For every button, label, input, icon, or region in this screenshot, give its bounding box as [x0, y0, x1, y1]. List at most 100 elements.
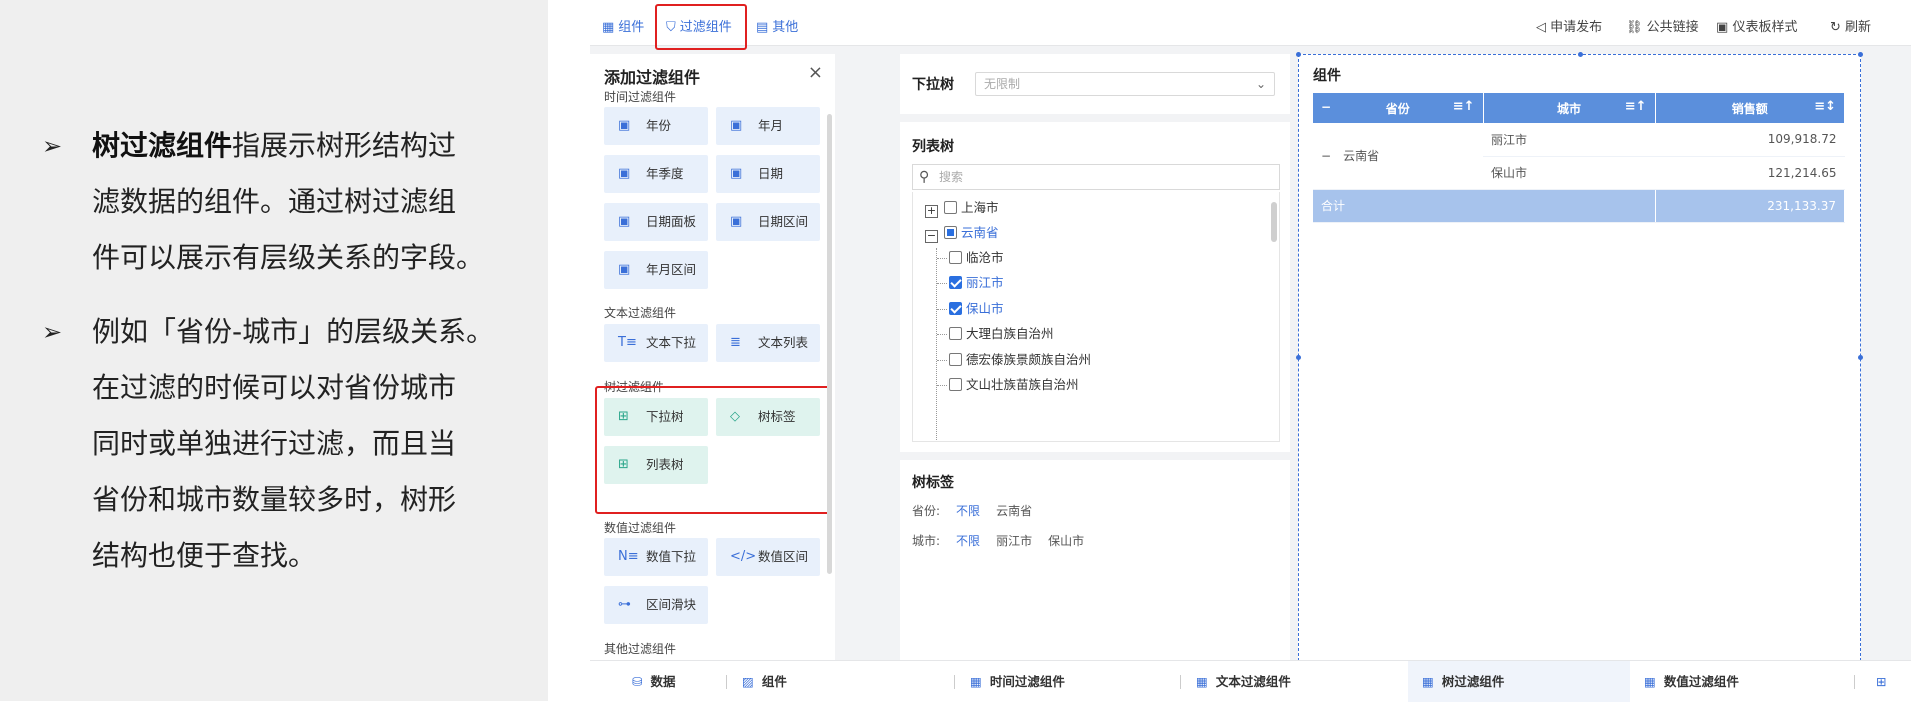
refresh-icon: ↻ [1830, 20, 1841, 35]
bottom-tab-bar: ⛁ 数据 ▨ 组件 ▦ 时间过滤组件 ▦ 文本过滤组件 ▦ 树过滤组件 ▦ 数值过滤组件 ⊞ [590, 660, 1911, 702]
checkbox[interactable] [949, 353, 962, 366]
chip-year-quarter[interactable]: ▣ 年季度 [604, 155, 708, 193]
highlight-box-tree-section [595, 386, 831, 514]
tag-yunnan[interactable]: 云南省 [996, 504, 1032, 518]
search-icon: ⚲ [919, 169, 930, 185]
tree-node-yunnan[interactable]: − 云南省 [925, 223, 999, 243]
sort-icon[interactable]: ≡↕ [1814, 99, 1836, 114]
chip-date-range[interactable]: ▣ 日期区间 [716, 203, 820, 241]
checkbox[interactable] [949, 327, 962, 340]
send-icon: ◁ [1536, 20, 1546, 35]
section-other: 其他过滤组件 [604, 642, 677, 656]
tab-data[interactable]: ⛁ 数据 [632, 661, 676, 702]
tab-text-filter[interactable]: ▦ 文本过滤组件 [1196, 661, 1291, 702]
calendar-icon: ▣ [618, 262, 631, 277]
tree-node-dali[interactable]: 大理白族自治州 [949, 324, 1054, 344]
section-time: 时间过滤组件 [604, 90, 677, 104]
dashboard-icon: ▦ [1196, 674, 1208, 689]
chip-date[interactable]: ▣ 日期 [716, 155, 820, 193]
public-link-button[interactable]: ⛓ 公共链接 [1626, 10, 1699, 46]
close-icon[interactable]: × [808, 62, 823, 83]
tab-components[interactable]: ▦ 组件 [602, 10, 644, 46]
component-icon: ▦ [602, 20, 615, 35]
panel-title: 添加过滤组件 [604, 68, 701, 87]
resize-handle[interactable] [1578, 52, 1583, 57]
checkbox[interactable] [944, 226, 957, 239]
tag-unlimited[interactable]: 不限 [956, 534, 980, 548]
tree-node-shanghai[interactable]: + 上海市 [925, 198, 999, 218]
tree-node-baoshan[interactable]: 保山市 [949, 299, 1004, 319]
chevron-down-icon: ⌄ [1255, 77, 1266, 91]
dropdown-tree-select[interactable]: 无限制 ⌄ [975, 72, 1275, 96]
chart-icon: ▨ [742, 674, 754, 689]
bullet-tree-filter: ➢ 树过滤组件指展示树形结构过 滤数据的组件。通过树过滤组 件可以展示有层级关系的字… [42, 118, 522, 286]
tag-baoshan[interactable]: 保山市 [1048, 534, 1084, 548]
calendar-icon: ▣ [618, 214, 631, 229]
tree-scrollbar[interactable] [1271, 202, 1277, 242]
checkbox[interactable] [944, 201, 957, 214]
panel-scrollbar[interactable] [827, 114, 832, 574]
resize-handle[interactable] [1858, 52, 1863, 57]
checkbox[interactable] [949, 378, 962, 391]
tab-time-filter[interactable]: ▦ 时间过滤组件 [970, 661, 1065, 702]
checkbox-checked[interactable] [949, 302, 962, 315]
resize-handle[interactable] [1858, 355, 1863, 360]
tab-tree-filter[interactable]: ▦ 树过滤组件 [1408, 661, 1630, 702]
dashboard-editor: ▦ 组件 ⛉ 过滤组件 ▤ 其他 ◁ 申请发布 ⛓ 公共链接 ▣ 仪表板样式 ↻ 刷新… [590, 4, 1911, 702]
sales-cell: 121,214.65 [1655, 156, 1845, 190]
list-icon: ≣ [730, 335, 741, 350]
tree-node-dehong[interactable]: 德宏傣族景颇族自治州 [949, 350, 1091, 370]
collapse-icon[interactable]: − [1321, 149, 1331, 163]
collapse-icon[interactable]: − [925, 230, 938, 243]
number-icon: N≡ [618, 549, 639, 564]
tree-node-lincang[interactable]: 临沧市 [949, 248, 1004, 268]
tag-lijiang[interactable]: 丽江市 [996, 534, 1032, 548]
tree-node-lijiang[interactable]: 丽江市 [949, 273, 1004, 293]
pivot-table: − 省份 ≡↑ 城市 ≡↑ 销售额 ≡↕ − 云南省 丽江市 109,918.72 保山市… [1313, 93, 1845, 223]
expand-icon[interactable]: + [925, 205, 938, 218]
dashboard-icon: ▦ [1422, 674, 1434, 689]
tab-bottom-components[interactable]: ▨ 组件 [742, 661, 787, 702]
resize-handle[interactable] [1296, 52, 1301, 57]
city-cell: 丽江市 [1483, 123, 1655, 157]
sort-icon[interactable]: ≡↑ [1625, 99, 1647, 114]
search-input[interactable]: ⚲ 搜索 [912, 164, 1280, 190]
refresh-button[interactable]: ↻ 刷新 [1830, 10, 1871, 46]
tag-unlimited[interactable]: 不限 [956, 504, 980, 518]
publish-button[interactable]: ◁ 申请发布 [1536, 10, 1602, 46]
city-cell: 保山市 [1483, 156, 1655, 190]
chip-year[interactable]: ▣ 年份 [604, 107, 708, 145]
header-sales[interactable]: 销售额 ≡↕ [1655, 93, 1845, 123]
header-province[interactable]: − 省份 ≡↑ [1313, 93, 1484, 123]
resize-handle[interactable] [1296, 355, 1301, 360]
sort-icon[interactable]: ≡↑ [1453, 99, 1475, 114]
checkbox[interactable] [949, 251, 962, 264]
city-tag-row: 城市: 不限 丽江市 保山市 [912, 534, 1085, 548]
code-icon: </> [730, 549, 757, 564]
chip-number-range[interactable]: </> 数值区间 [716, 538, 820, 576]
calendar-icon: ▣ [730, 118, 743, 133]
dashboard-style-button[interactable]: ▣ 仪表板样式 [1716, 10, 1797, 46]
add-tab-icon[interactable]: ⊞ [1876, 661, 1886, 702]
tree-node-wenshan[interactable]: 文山壮族苗族自治州 [949, 375, 1079, 395]
chip-date-panel[interactable]: ▣ 日期面板 [604, 203, 708, 241]
table-widget[interactable]: 组件 − 省份 ≡↑ 城市 ≡↑ 销售额 ≡↕ − 云南省 丽江市 109,918.72 … [1296, 52, 1863, 668]
tab-other[interactable]: ▤ 其他 [756, 10, 798, 46]
collapse-icon[interactable]: − [1321, 100, 1331, 114]
table-row: − 云南省 丽江市 109,918.72 [1313, 123, 1845, 190]
arrow-bullet-icon: ➢ [42, 132, 63, 160]
section-text: 文本过滤组件 [604, 306, 677, 320]
chip-year-month[interactable]: ▣ 年月 [716, 107, 820, 145]
tab-number-filter[interactable]: ▦ 数值过滤组件 [1644, 661, 1739, 702]
tree-tag-title: 树标签 [912, 475, 954, 491]
chip-text-list[interactable]: ≣ 文本列表 [716, 324, 820, 362]
chip-number-dropdown[interactable]: N≡ 数值下拉 [604, 538, 708, 576]
list-tree-title: 列表树 [912, 139, 954, 155]
slider-icon: ⊶ [618, 597, 631, 612]
table-title: 组件 [1313, 68, 1341, 84]
header-city[interactable]: 城市 ≡↑ [1483, 93, 1656, 123]
checkbox-checked[interactable] [949, 276, 962, 289]
chip-year-month-range[interactable]: ▣ 年月区间 [604, 251, 708, 289]
chip-range-slider[interactable]: ⊶ 区间滑块 [604, 586, 708, 624]
chip-text-dropdown[interactable]: T≡ 文本下拉 [604, 324, 708, 362]
